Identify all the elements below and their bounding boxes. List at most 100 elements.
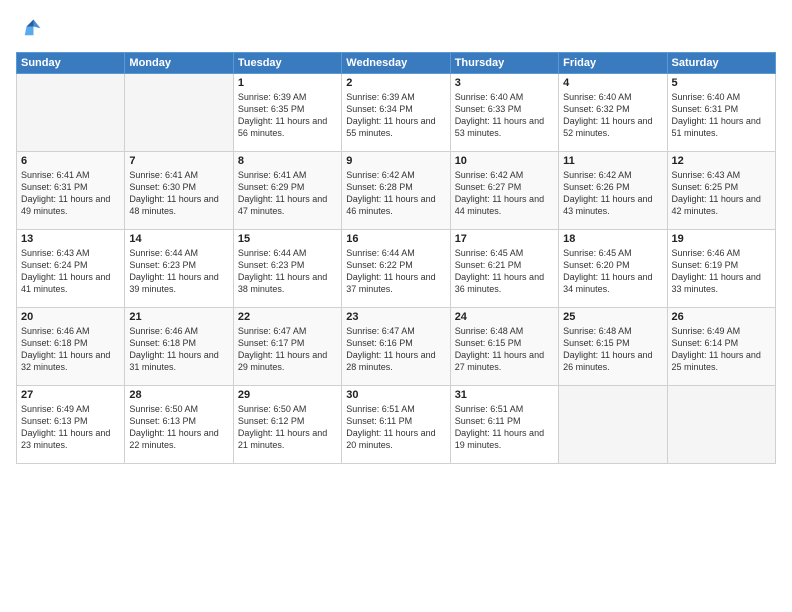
calendar-cell: 30 Sunrise: 6:51 AM Sunset: 6:11 PM Dayli… [342, 386, 450, 464]
day-info: Sunrise: 6:47 AM Sunset: 6:17 PM Dayligh… [238, 325, 337, 374]
day-header-tuesday: Tuesday [233, 53, 341, 74]
calendar-cell: 2 Sunrise: 6:39 AM Sunset: 6:34 PM Daylig… [342, 74, 450, 152]
calendar-cell: 14 Sunrise: 6:44 AM Sunset: 6:23 PM Dayli… [125, 230, 233, 308]
calendar-cell: 12 Sunrise: 6:43 AM Sunset: 6:25 PM Dayli… [667, 152, 775, 230]
day-info: Sunrise: 6:45 AM Sunset: 6:21 PM Dayligh… [455, 247, 554, 296]
day-number: 19 [672, 233, 771, 245]
logo [16, 12, 48, 44]
calendar-cell [667, 386, 775, 464]
calendar-table: SundayMondayTuesdayWednesdayThursdayFrid… [16, 52, 776, 464]
calendar-header-row: SundayMondayTuesdayWednesdayThursdayFrid… [17, 53, 776, 74]
day-info: Sunrise: 6:42 AM Sunset: 6:26 PM Dayligh… [563, 169, 662, 218]
day-header-thursday: Thursday [450, 53, 558, 74]
calendar-week-3: 13 Sunrise: 6:43 AM Sunset: 6:24 PM Dayli… [17, 230, 776, 308]
day-info: Sunrise: 6:40 AM Sunset: 6:32 PM Dayligh… [563, 91, 662, 140]
calendar-week-5: 27Sunrise: 6:49 AM Sunset: 6:13 PM Dayli… [17, 386, 776, 464]
calendar-cell: 3 Sunrise: 6:40 AM Sunset: 6:33 PM Daylig… [450, 74, 558, 152]
day-number: 23 [346, 311, 445, 323]
day-number: 8 [238, 155, 337, 167]
calendar-cell: 22 Sunrise: 6:47 AM Sunset: 6:17 PM Dayli… [233, 308, 341, 386]
day-info: Sunrise: 6:46 AM Sunset: 6:18 PM Dayligh… [21, 325, 120, 374]
day-number: 10 [455, 155, 554, 167]
calendar-cell: 1 Sunrise: 6:39 AM Sunset: 6:35 PM Daylig… [233, 74, 341, 152]
day-info: Sunrise: 6:42 AM Sunset: 6:28 PM Dayligh… [346, 169, 445, 218]
day-number: 14 [129, 233, 228, 245]
calendar-cell: 9 Sunrise: 6:42 AM Sunset: 6:28 PM Daylig… [342, 152, 450, 230]
day-info: Sunrise: 6:39 AM Sunset: 6:35 PM Dayligh… [238, 91, 337, 140]
calendar-cell: 10 Sunrise: 6:42 AM Sunset: 6:27 PM Dayli… [450, 152, 558, 230]
calendar-cell: 27Sunrise: 6:49 AM Sunset: 6:13 PM Dayli… [17, 386, 125, 464]
day-number: 3 [455, 77, 554, 89]
day-info: Sunrise: 6:51 AM Sunset: 6:11 PM Dayligh… [455, 403, 554, 452]
day-info: Sunrise: 6:45 AM Sunset: 6:20 PM Dayligh… [563, 247, 662, 296]
day-info: Sunrise: 6:40 AM Sunset: 6:31 PM Dayligh… [672, 91, 771, 140]
day-number: 11 [563, 155, 662, 167]
calendar-cell: 17 Sunrise: 6:45 AM Sunset: 6:21 PM Dayli… [450, 230, 558, 308]
day-number: 28 [129, 389, 228, 401]
calendar-cell: 23 Sunrise: 6:47 AM Sunset: 6:16 PM Dayli… [342, 308, 450, 386]
day-number: 4 [563, 77, 662, 89]
day-info: Sunrise: 6:46 AM Sunset: 6:19 PM Dayligh… [672, 247, 771, 296]
page: SundayMondayTuesdayWednesdayThursdayFrid… [0, 0, 792, 612]
day-info: Sunrise: 6:48 AM Sunset: 6:15 PM Dayligh… [455, 325, 554, 374]
day-number: 13 [21, 233, 120, 245]
calendar-cell [17, 74, 125, 152]
day-number: 17 [455, 233, 554, 245]
day-number: 18 [563, 233, 662, 245]
day-number: 12 [672, 155, 771, 167]
day-number: 30 [346, 389, 445, 401]
calendar-cell: 15Sunrise: 6:44 AM Sunset: 6:23 PM Dayli… [233, 230, 341, 308]
calendar-week-4: 20 Sunrise: 6:46 AM Sunset: 6:18 PM Dayli… [17, 308, 776, 386]
calendar-cell: 4 Sunrise: 6:40 AM Sunset: 6:32 PM Daylig… [559, 74, 667, 152]
day-info: Sunrise: 6:48 AM Sunset: 6:15 PM Dayligh… [563, 325, 662, 374]
day-header-friday: Friday [559, 53, 667, 74]
calendar-cell: 8 Sunrise: 6:41 AM Sunset: 6:29 PM Daylig… [233, 152, 341, 230]
calendar-cell: 28Sunrise: 6:50 AM Sunset: 6:13 PM Dayli… [125, 386, 233, 464]
day-number: 1 [238, 77, 337, 89]
day-header-sunday: Sunday [17, 53, 125, 74]
day-header-wednesday: Wednesday [342, 53, 450, 74]
calendar-cell: 24Sunrise: 6:48 AM Sunset: 6:15 PM Dayli… [450, 308, 558, 386]
calendar-cell: 13 Sunrise: 6:43 AM Sunset: 6:24 PM Dayli… [17, 230, 125, 308]
calendar-cell [125, 74, 233, 152]
day-number: 16 [346, 233, 445, 245]
day-info: Sunrise: 6:44 AM Sunset: 6:23 PM Dayligh… [129, 247, 228, 296]
day-number: 25 [563, 311, 662, 323]
day-info: Sunrise: 6:49 AM Sunset: 6:13 PM Dayligh… [21, 403, 120, 452]
day-number: 9 [346, 155, 445, 167]
day-number: 7 [129, 155, 228, 167]
day-info: Sunrise: 6:47 AM Sunset: 6:16 PM Dayligh… [346, 325, 445, 374]
day-header-saturday: Saturday [667, 53, 775, 74]
day-number: 6 [21, 155, 120, 167]
day-info: Sunrise: 6:41 AM Sunset: 6:29 PM Dayligh… [238, 169, 337, 218]
day-info: Sunrise: 6:46 AM Sunset: 6:18 PM Dayligh… [129, 325, 228, 374]
day-info: Sunrise: 6:41 AM Sunset: 6:30 PM Dayligh… [129, 169, 228, 218]
day-number: 21 [129, 311, 228, 323]
day-info: Sunrise: 6:42 AM Sunset: 6:27 PM Dayligh… [455, 169, 554, 218]
calendar-week-2: 6Sunrise: 6:41 AM Sunset: 6:31 PM Daylig… [17, 152, 776, 230]
logo-icon [16, 16, 44, 44]
day-info: Sunrise: 6:39 AM Sunset: 6:34 PM Dayligh… [346, 91, 445, 140]
day-info: Sunrise: 6:40 AM Sunset: 6:33 PM Dayligh… [455, 91, 554, 140]
calendar-cell: 29Sunrise: 6:50 AM Sunset: 6:12 PM Dayli… [233, 386, 341, 464]
calendar-cell: 11 Sunrise: 6:42 AM Sunset: 6:26 PM Dayli… [559, 152, 667, 230]
day-number: 20 [21, 311, 120, 323]
calendar-cell: 6Sunrise: 6:41 AM Sunset: 6:31 PM Daylig… [17, 152, 125, 230]
calendar-cell: 18 Sunrise: 6:45 AM Sunset: 6:20 PM Dayli… [559, 230, 667, 308]
day-info: Sunrise: 6:49 AM Sunset: 6:14 PM Dayligh… [672, 325, 771, 374]
calendar-cell: 16 Sunrise: 6:44 AM Sunset: 6:22 PM Dayli… [342, 230, 450, 308]
day-number: 2 [346, 77, 445, 89]
calendar-cell: 20 Sunrise: 6:46 AM Sunset: 6:18 PM Dayli… [17, 308, 125, 386]
day-number: 15 [238, 233, 337, 245]
calendar-cell: 26 Sunrise: 6:49 AM Sunset: 6:14 PM Dayli… [667, 308, 775, 386]
day-number: 26 [672, 311, 771, 323]
calendar-cell: 19 Sunrise: 6:46 AM Sunset: 6:19 PM Dayli… [667, 230, 775, 308]
header [16, 12, 776, 44]
day-info: Sunrise: 6:44 AM Sunset: 6:22 PM Dayligh… [346, 247, 445, 296]
calendar-cell [559, 386, 667, 464]
day-info: Sunrise: 6:43 AM Sunset: 6:24 PM Dayligh… [21, 247, 120, 296]
day-number: 5 [672, 77, 771, 89]
day-number: 22 [238, 311, 337, 323]
day-info: Sunrise: 6:51 AM Sunset: 6:11 PM Dayligh… [346, 403, 445, 452]
day-info: Sunrise: 6:43 AM Sunset: 6:25 PM Dayligh… [672, 169, 771, 218]
